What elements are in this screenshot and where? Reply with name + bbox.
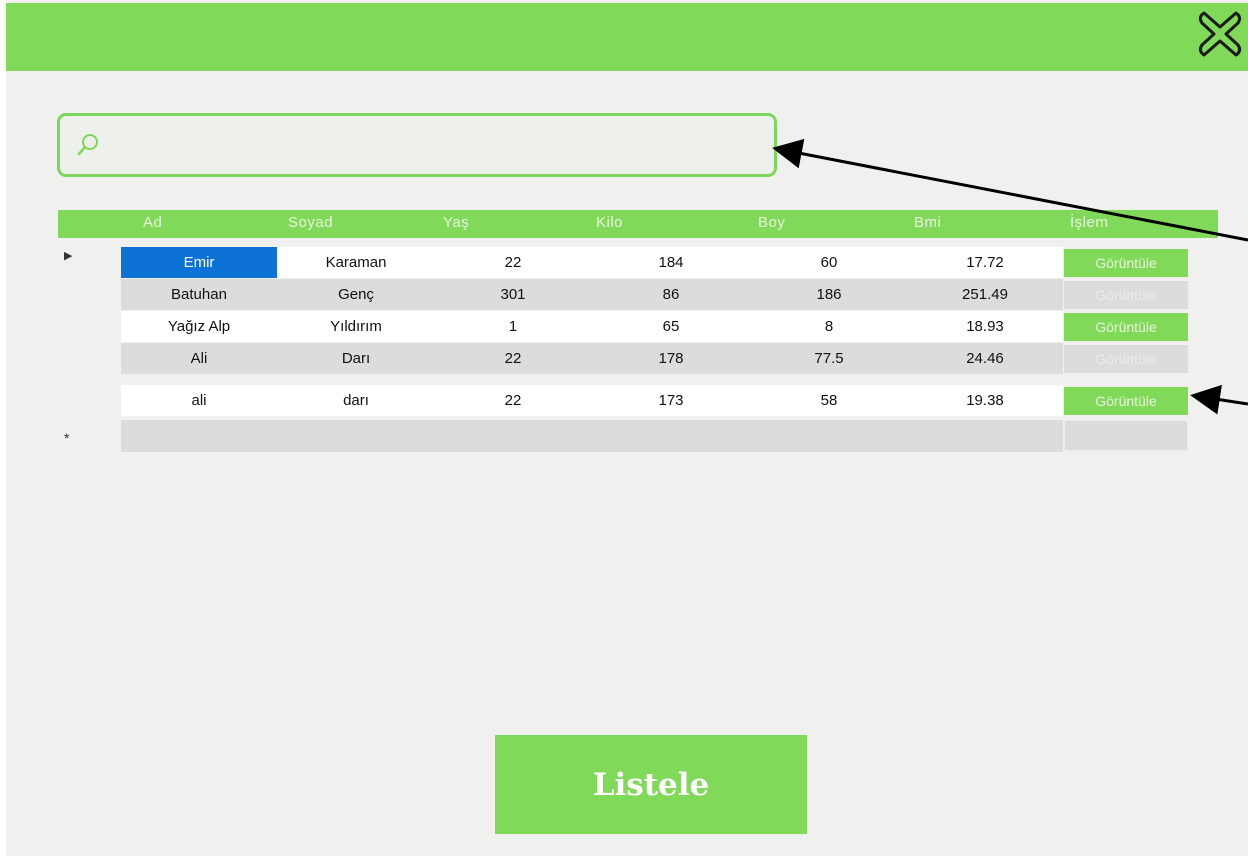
cell-yas[interactable]: 1: [435, 311, 591, 342]
cell-kilo[interactable]: 65: [591, 311, 751, 342]
view-button[interactable]: Görüntüle: [1064, 281, 1188, 309]
new-row-action-cell[interactable]: [1064, 420, 1188, 451]
view-button[interactable]: Görüntüle: [1064, 345, 1188, 373]
cell-yas[interactable]: 22: [435, 247, 591, 278]
column-header-bmi[interactable]: Bmi: [914, 214, 941, 231]
search-box[interactable]: [57, 113, 777, 177]
cell-yas[interactable]: 22: [435, 385, 591, 416]
grid-header: Ad Soyad Yaş Kilo Boy Bmi İşlem: [58, 210, 1218, 238]
current-row-indicator: ▶: [64, 250, 73, 262]
cell-bmi[interactable]: 19.38: [907, 385, 1063, 416]
cell-bmi[interactable]: 251.49: [907, 279, 1063, 310]
new-row-indicator: *: [64, 430, 70, 446]
cell-bmi[interactable]: 24.46: [907, 343, 1063, 374]
cell-ad[interactable]: Ali: [121, 343, 277, 374]
cell-kilo[interactable]: 173: [591, 385, 751, 416]
cell-boy[interactable]: 186: [751, 279, 907, 310]
cell-ad[interactable]: Emir: [121, 247, 277, 278]
table-row[interactable]: ali darı 22 173 58 19.38 Görüntüle: [121, 385, 1218, 416]
view-button[interactable]: Görüntüle: [1064, 387, 1188, 415]
cell-kilo[interactable]: 184: [591, 247, 751, 278]
cell-bmi[interactable]: 17.72: [907, 247, 1063, 278]
column-header-yas[interactable]: Yaş: [443, 214, 469, 231]
cell-kilo[interactable]: 86: [591, 279, 751, 310]
cell-ad[interactable]: Batuhan: [121, 279, 277, 310]
table-row[interactable]: Ali Darı 22 178 77.5 24.46 Görüntüle: [121, 343, 1218, 374]
cell-soyad[interactable]: Yıldırım: [277, 311, 435, 342]
view-button[interactable]: Görüntüle: [1064, 249, 1188, 277]
main-window: Ad Soyad Yaş Kilo Boy Bmi İşlem ▶ * Emir…: [0, 0, 1248, 856]
table-row[interactable]: Emir Karaman 22 184 60 17.72 Görüntüle: [121, 247, 1218, 278]
cell-soyad[interactable]: darı: [277, 385, 435, 416]
close-button[interactable]: [1196, 9, 1244, 59]
search-icon: [77, 134, 98, 156]
column-header-kilo[interactable]: Kilo: [596, 214, 623, 231]
table-row[interactable]: Batuhan Genç 301 86 186 251.49 Görüntüle: [121, 279, 1218, 310]
table-row[interactable]: Yağız Alp Yıldırım 1 65 8 18.93 Görüntül…: [121, 311, 1218, 342]
cell-soyad[interactable]: Darı: [277, 343, 435, 374]
cell-bmi[interactable]: 18.93: [907, 311, 1063, 342]
column-header-boy[interactable]: Boy: [758, 214, 785, 231]
listele-button[interactable]: Listele: [495, 735, 807, 834]
search-input[interactable]: [114, 122, 758, 170]
row-header-column: [58, 238, 121, 452]
cell-boy[interactable]: 60: [751, 247, 907, 278]
cell-ad[interactable]: ali: [121, 385, 277, 416]
cell-yas[interactable]: 22: [435, 343, 591, 374]
cell-yas[interactable]: 301: [435, 279, 591, 310]
new-row[interactable]: [121, 420, 1063, 452]
column-header-soyad[interactable]: Soyad: [288, 214, 333, 231]
cell-boy[interactable]: 8: [751, 311, 907, 342]
column-header-islem[interactable]: İşlem: [1070, 214, 1108, 231]
view-button[interactable]: Görüntüle: [1064, 313, 1188, 341]
cell-soyad[interactable]: Karaman: [277, 247, 435, 278]
window-edge: [0, 0, 6, 856]
cell-soyad[interactable]: Genç: [277, 279, 435, 310]
column-header-ad[interactable]: Ad: [143, 214, 162, 231]
cell-boy[interactable]: 58: [751, 385, 907, 416]
title-bar: [6, 3, 1248, 71]
cell-kilo[interactable]: 178: [591, 343, 751, 374]
cell-ad[interactable]: Yağız Alp: [121, 311, 277, 342]
cell-boy[interactable]: 77.5: [751, 343, 907, 374]
close-icon: [1198, 11, 1242, 57]
